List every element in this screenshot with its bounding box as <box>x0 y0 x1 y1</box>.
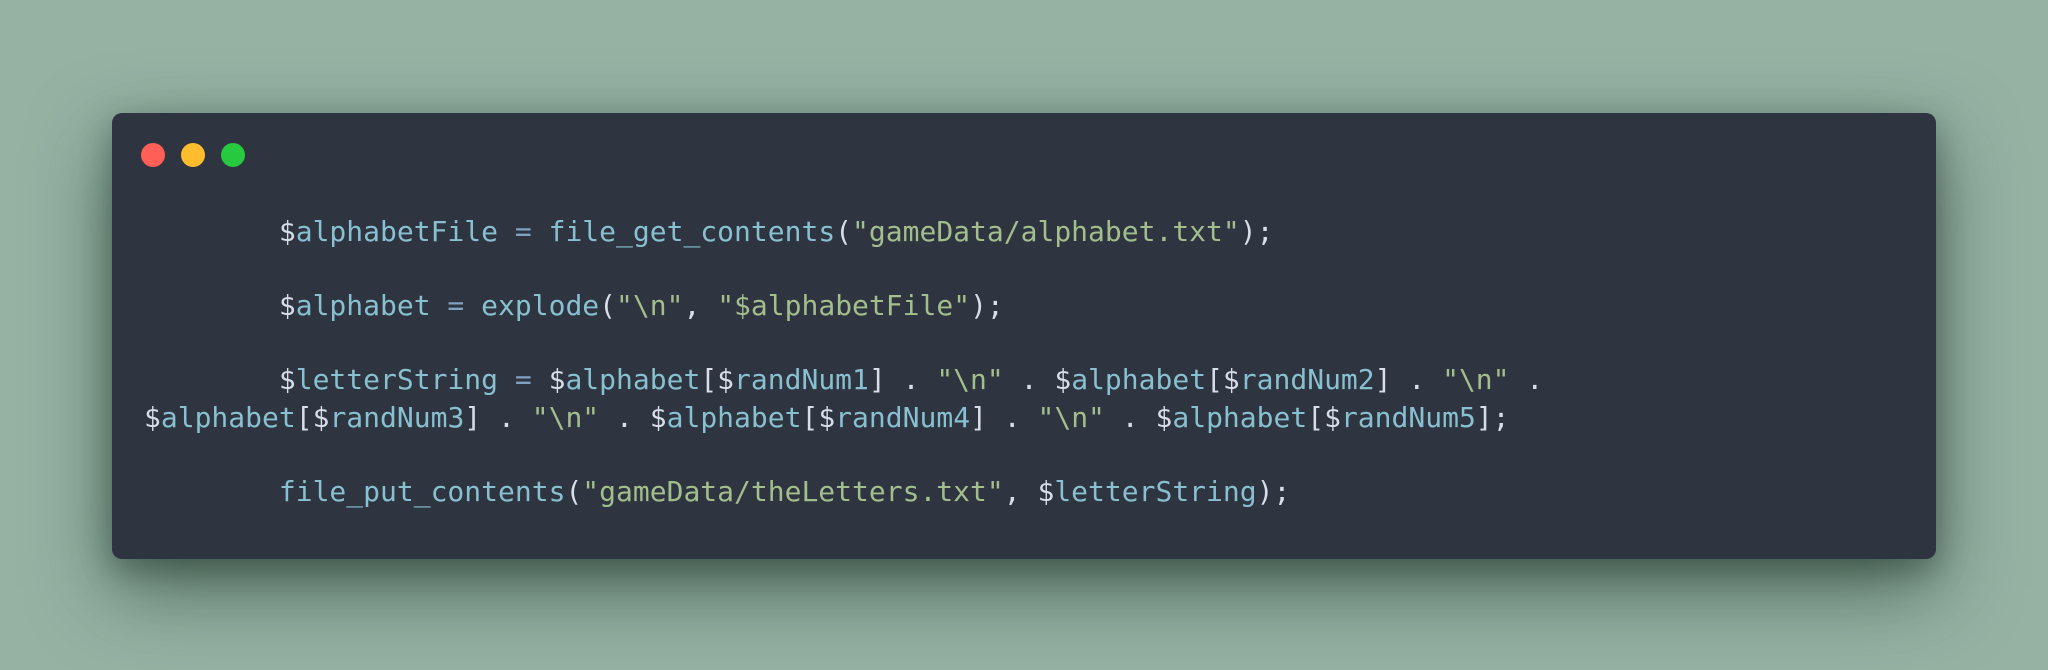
code-token-punc: [ <box>801 401 819 434</box>
code-token-var: randNum4 <box>835 401 971 434</box>
code-token-fn: file_get_contents <box>548 215 836 248</box>
code-token-var: alphabet <box>666 401 802 434</box>
code-token-plain: $ <box>1155 401 1173 434</box>
code-token-plain: $ <box>312 401 330 434</box>
code-token-punc: , <box>1003 475 1038 508</box>
code-token-punc: . <box>1509 363 1544 396</box>
code-token-punc: ] . <box>464 401 532 434</box>
minimize-button[interactable] <box>181 143 205 167</box>
code-line: $letterString = $alphabet[$randNum1] . "… <box>144 361 1543 399</box>
code-token-str: "\n" <box>936 363 1004 396</box>
maximize-button[interactable] <box>221 143 245 167</box>
code-token-plain: $ <box>717 363 735 396</box>
code-token-fn: explode <box>481 289 600 322</box>
code-token-var: alphabet <box>1071 363 1207 396</box>
code-token-fn: file_put_contents <box>278 475 566 508</box>
code-token-op: = <box>430 289 482 322</box>
code-line: file_put_contents("gameData/theLetters.t… <box>144 473 1543 511</box>
code-token-str: "gameData/theLetters.txt" <box>582 475 1004 508</box>
code-token-var: letterString <box>1054 475 1257 508</box>
code-token-punc: [ <box>700 363 718 396</box>
code-token-punc: , <box>683 289 718 322</box>
window-controls <box>141 143 245 167</box>
code-token-plain: $ <box>1324 401 1341 434</box>
code-token-punc: ] . <box>970 401 1038 434</box>
code-window: $alphabetFile = file_get_contents("gameD… <box>112 113 1936 559</box>
code-token-var: alphabet <box>565 363 701 396</box>
code-token-punc: ( <box>599 289 617 322</box>
code-token-var: alphabet <box>295 289 431 322</box>
code-token-op: = <box>498 215 549 248</box>
code-token-punc: [ <box>1307 401 1325 434</box>
code-token-punc: . <box>599 401 650 434</box>
code-token-plain: $ <box>144 401 161 434</box>
code-token-punc: [ <box>1206 363 1223 396</box>
code-token-var: alphabet <box>160 401 296 434</box>
code-token-punc: ( <box>835 215 853 248</box>
code-token-var: alphabet <box>1172 401 1308 434</box>
code-token-punc: [ <box>295 401 313 434</box>
code-line: $alphabetFile = file_get_contents("gameD… <box>144 213 1543 251</box>
code-token-plain: $ <box>1222 363 1240 396</box>
code-token-op: = <box>498 363 549 396</box>
code-token-plain: $ <box>1037 475 1055 508</box>
code-token-plain: $ <box>1054 363 1072 396</box>
code-token-plain: $ <box>649 401 667 434</box>
close-button[interactable] <box>141 143 165 167</box>
code-token-var: randNum2 <box>1239 363 1375 396</box>
code-token-plain: $ <box>144 289 296 322</box>
code-token-str: "\n" <box>616 289 684 322</box>
code-token-plain: $ <box>818 401 836 434</box>
code-token-plain: $ <box>144 363 296 396</box>
code-token-var: randNum1 <box>734 363 869 396</box>
code-token-punc: ); <box>1256 475 1291 508</box>
code-token-str: "\n" <box>1442 363 1510 396</box>
code-token-var: randNum5 <box>1340 401 1476 434</box>
code-token-plain: $ <box>144 215 296 248</box>
code-token-punc: ] . <box>1374 363 1443 396</box>
code-token-var: alphabetFile <box>295 215 499 248</box>
code-token-punc: . <box>1104 401 1156 434</box>
code-token-punc: . <box>1003 363 1055 396</box>
code-token-str: "\n" <box>531 401 600 434</box>
code-line: $alphabet[$randNum3] . "\n" . $alphabet[… <box>144 399 1543 437</box>
code-token-punc: ); <box>1239 215 1274 248</box>
code-token-var: randNum3 <box>329 401 465 434</box>
code-token-punc: ( <box>565 475 583 508</box>
code-token-punc: ); <box>970 289 1004 322</box>
code-token-str: "gameData/alphabet.txt" <box>852 215 1240 248</box>
code-line: $alphabet = explode("\n", "$alphabetFile… <box>144 287 1543 325</box>
code-token-str: "\n" <box>1037 401 1105 434</box>
code-token-str: "$alphabetFile" <box>717 289 971 322</box>
code-token-var: letterString <box>295 363 499 396</box>
code-token-punc: ] . <box>868 363 937 396</box>
code-token-punc: ]; <box>1475 401 1510 434</box>
code-token-plain: $ <box>548 363 566 396</box>
code-block: $alphabetFile = file_get_contents("gameD… <box>144 213 1543 511</box>
